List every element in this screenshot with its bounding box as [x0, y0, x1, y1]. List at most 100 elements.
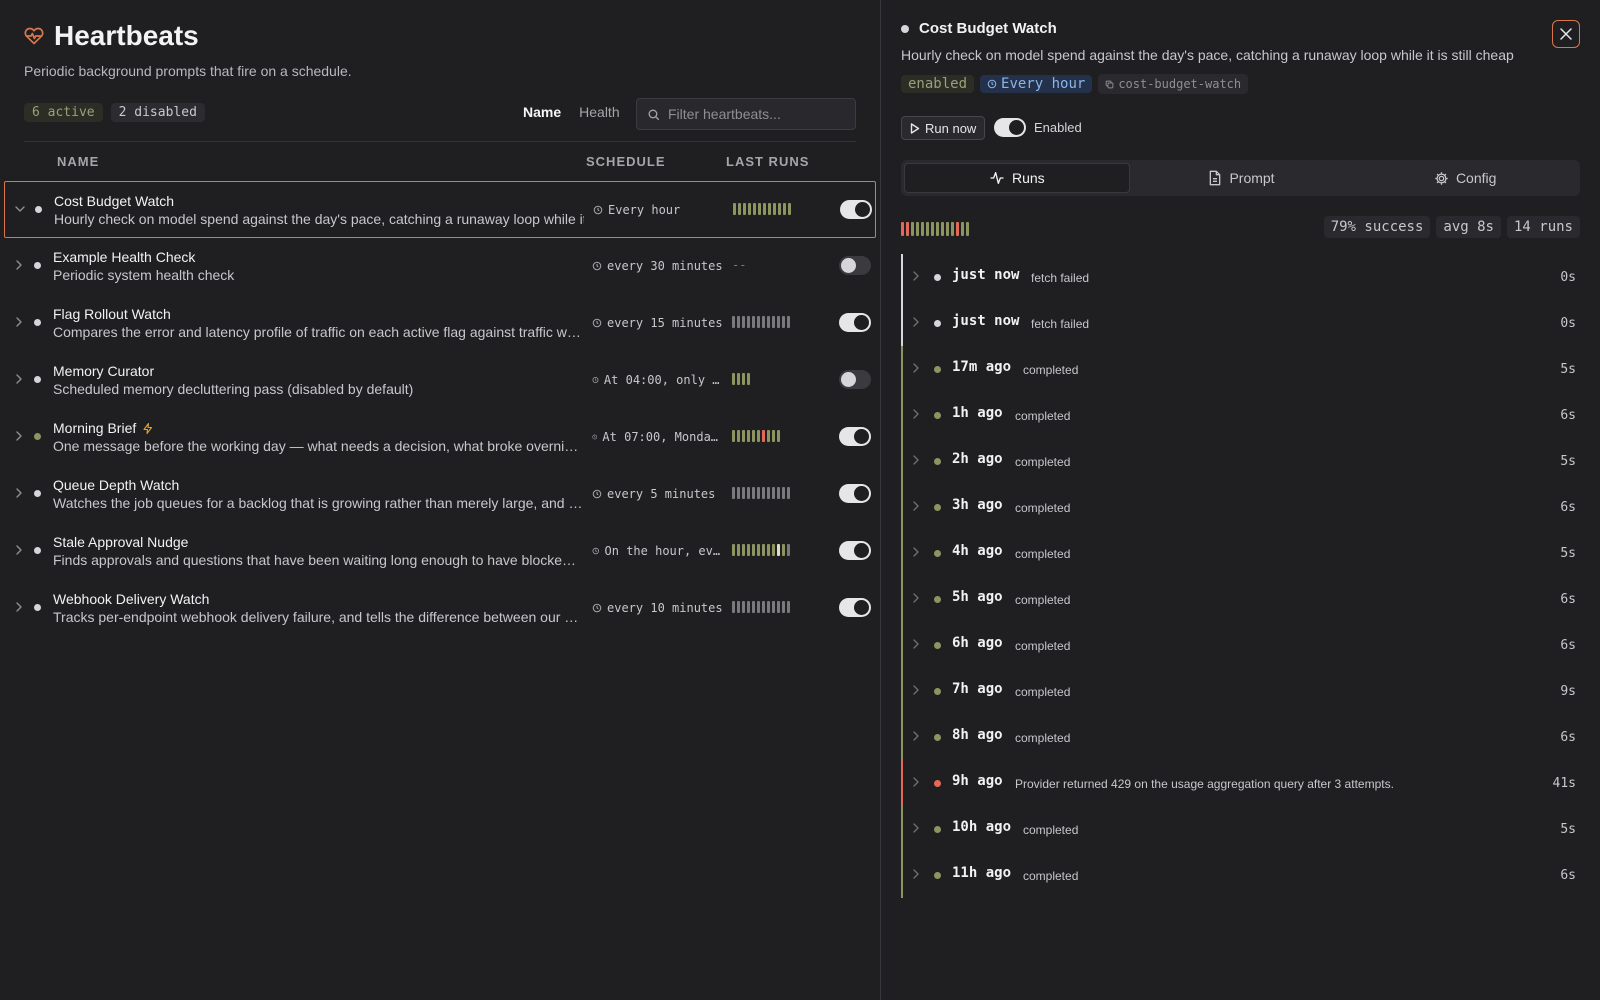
- run-bar: [931, 222, 934, 236]
- run-bar: [911, 222, 914, 236]
- run-row[interactable]: 1h ago completed 6s: [901, 392, 1580, 438]
- run-row[interactable]: 4h ago completed 5s: [901, 530, 1580, 576]
- run-bar: [757, 544, 760, 556]
- run-row[interactable]: 3h ago completed 6s: [901, 484, 1580, 530]
- run-row[interactable]: 7h ago completed 9s: [901, 668, 1580, 714]
- run-now-label: Run now: [925, 120, 977, 136]
- clock-icon: [592, 547, 599, 555]
- run-bar: [772, 544, 775, 556]
- heartbeat-row[interactable]: Flag Rollout Watch Compares the error and…: [4, 295, 876, 352]
- run-bar: [787, 487, 790, 499]
- chevron-right-icon: [16, 602, 22, 612]
- chevron-right-icon: [913, 823, 919, 833]
- schedule-text: At 07:00, Monday through Friday: [602, 430, 724, 444]
- run-duration: 0s: [1560, 270, 1576, 285]
- tab-config-label: Config: [1455, 170, 1497, 186]
- sort-by-name-button[interactable]: Name: [523, 104, 561, 120]
- status-counts: 6 active 2 disabled: [24, 103, 205, 122]
- last-runs-bars: [732, 487, 790, 499]
- heartbeat-row[interactable]: Stale Approval Nudge Finds approvals and …: [4, 523, 876, 580]
- run-bar: [747, 544, 750, 556]
- enable-toggle[interactable]: [839, 598, 871, 617]
- enable-toggle[interactable]: [839, 370, 871, 389]
- run-bar: [961, 222, 964, 236]
- sort-by-health-button[interactable]: Health: [579, 104, 619, 120]
- active-count-badge: 6 active: [24, 103, 103, 122]
- run-bar: [768, 203, 771, 215]
- tab-prompt[interactable]: Prompt: [1130, 163, 1354, 193]
- enable-toggle[interactable]: [839, 484, 871, 503]
- run-status-dot: [934, 826, 941, 833]
- run-row[interactable]: 8h ago completed 6s: [901, 714, 1580, 760]
- run-bar: [737, 487, 740, 499]
- run-bar: [777, 544, 780, 556]
- run-time: 5h ago: [952, 589, 1003, 605]
- toggle-knob: [854, 543, 869, 558]
- run-duration: 41s: [1552, 776, 1576, 791]
- run-row[interactable]: just now fetch failed 0s: [901, 300, 1580, 346]
- heartbeat-row[interactable]: Example Health Check Periodic system heal…: [4, 238, 876, 295]
- run-row[interactable]: 9h ago Provider returned 429 on the usage…: [901, 760, 1580, 806]
- run-bar: [762, 601, 765, 613]
- heartbeat-title: Stale Approval Nudge: [53, 534, 188, 550]
- tab-config[interactable]: Config: [1353, 163, 1577, 193]
- play-icon: [910, 122, 920, 134]
- run-row[interactable]: 6h ago completed 6s: [901, 622, 1580, 668]
- run-bar: [921, 222, 924, 236]
- chevron-right-icon: [913, 547, 919, 557]
- heartbeat-name: Stale Approval Nudge: [53, 534, 189, 550]
- heartbeat-name: Example Health Check: [53, 249, 196, 265]
- enable-toggle[interactable]: [840, 200, 872, 219]
- run-bar: [752, 316, 755, 328]
- chevron-right-icon: [913, 409, 919, 419]
- run-row[interactable]: just now fetch failed 0s: [901, 254, 1580, 300]
- run-bar: [936, 222, 939, 236]
- heartbeat-row[interactable]: Queue Depth Watch Watches the job queues …: [4, 466, 876, 523]
- run-bar: [737, 601, 740, 613]
- heartbeat-name: Webhook Delivery Watch: [53, 591, 210, 607]
- run-bar: [732, 601, 735, 613]
- enable-toggle[interactable]: [839, 256, 871, 275]
- heartbeat-description: Hourly check on model spend against the …: [54, 211, 584, 227]
- chevron-down-icon: [15, 206, 25, 212]
- chevron-right-icon: [913, 593, 919, 603]
- run-row[interactable]: 17m ago completed 5s: [901, 346, 1580, 392]
- run-bar: [747, 373, 750, 385]
- run-time: 7h ago: [952, 681, 1003, 697]
- enable-toggle[interactable]: [839, 427, 871, 446]
- chevron-right-icon: [913, 869, 919, 879]
- slug-tag[interactable]: cost-budget-watch: [1098, 74, 1249, 94]
- enable-toggle[interactable]: [839, 541, 871, 560]
- heartbeat-description: Watches the job queues for a backlog tha…: [53, 495, 583, 511]
- run-now-button[interactable]: Run now: [901, 116, 986, 140]
- heartbeat-row[interactable]: Morning Brief One message before the work…: [4, 409, 876, 466]
- run-status-dot: [934, 688, 941, 695]
- run-bar: [733, 203, 736, 215]
- chevron-right-icon: [913, 501, 919, 511]
- heartbeat-row[interactable]: Cost Budget Watch Hourly check on model s…: [4, 181, 876, 238]
- page-subtitle: Periodic background prompts that fire on…: [24, 63, 352, 79]
- copy-icon: [1105, 80, 1114, 88]
- run-bar: [906, 222, 909, 236]
- heartbeat-row[interactable]: Memory Curator Scheduled memory declutter…: [4, 352, 876, 409]
- run-bar: [773, 203, 776, 215]
- run-bar: [738, 203, 741, 215]
- run-time: just now: [952, 267, 1020, 283]
- enable-toggle[interactable]: [839, 313, 871, 332]
- run-row[interactable]: 2h ago completed 5s: [901, 438, 1580, 484]
- run-status-dot: [934, 596, 941, 603]
- chevron-right-icon: [913, 731, 919, 741]
- run-bar: [732, 430, 735, 442]
- run-row[interactable]: 5h ago completed 6s: [901, 576, 1580, 622]
- run-row[interactable]: 11h ago completed 6s: [901, 852, 1580, 898]
- run-time: 17m ago: [952, 359, 1012, 375]
- enabled-toggle[interactable]: [994, 118, 1026, 137]
- close-button[interactable]: [1552, 20, 1580, 48]
- heartbeat-description: One message before the working day — wha…: [53, 438, 583, 454]
- toggle-knob: [841, 372, 856, 387]
- heartbeat-row[interactable]: Webhook Delivery Watch Tracks per-endpoin…: [4, 580, 876, 637]
- heartbeat-title: Cost Budget Watch: [54, 193, 174, 209]
- tab-runs[interactable]: Runs: [904, 163, 1130, 193]
- run-row[interactable]: 10h ago completed 5s: [901, 806, 1580, 852]
- search-input[interactable]: [668, 106, 848, 122]
